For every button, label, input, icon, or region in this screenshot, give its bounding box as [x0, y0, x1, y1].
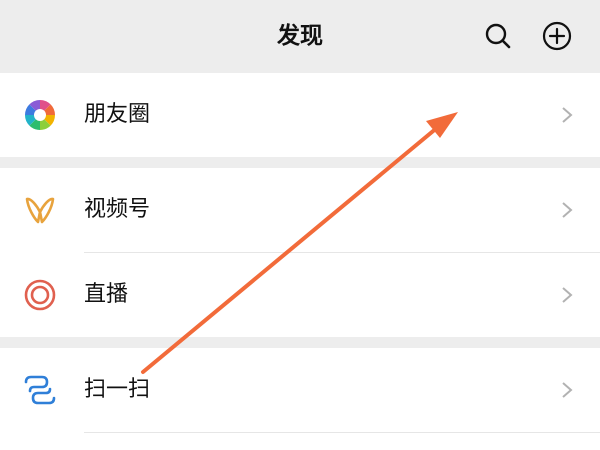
menu-group-moments: 朋友圈: [0, 73, 600, 157]
menu-item-label: 扫一扫: [84, 377, 151, 402]
chevron-right-icon: [562, 107, 573, 123]
add-button[interactable]: [541, 20, 573, 52]
chevron-right-icon: [562, 202, 573, 218]
menu-item-label: 朋友圈: [84, 102, 151, 127]
live-broadcast-icon: [22, 277, 58, 313]
menu-item-scan[interactable]: 扫一扫: [0, 348, 600, 432]
plus-circle-icon: [542, 21, 572, 51]
chevron-right-icon: [562, 382, 573, 398]
moments-aperture-icon: [22, 97, 58, 133]
menu-group-scan: 扫一扫: [0, 348, 600, 450]
menu-group-channels: 视频号 直播: [0, 168, 600, 337]
divider: [84, 432, 600, 433]
search-icon: [485, 23, 511, 49]
menu-item-label: 视频号: [84, 197, 151, 222]
menu-item-moments[interactable]: 朋友圈: [0, 73, 600, 157]
channels-butterfly-icon: [22, 192, 58, 228]
chevron-right-icon: [562, 287, 573, 303]
scan-icon: [22, 372, 58, 408]
menu-item-live[interactable]: 直播: [0, 253, 600, 337]
search-button[interactable]: [482, 20, 514, 52]
top-bar: 发现: [0, 0, 600, 72]
menu-item-channels[interactable]: 视频号: [0, 168, 600, 252]
menu-item-label: 直播: [84, 282, 129, 307]
